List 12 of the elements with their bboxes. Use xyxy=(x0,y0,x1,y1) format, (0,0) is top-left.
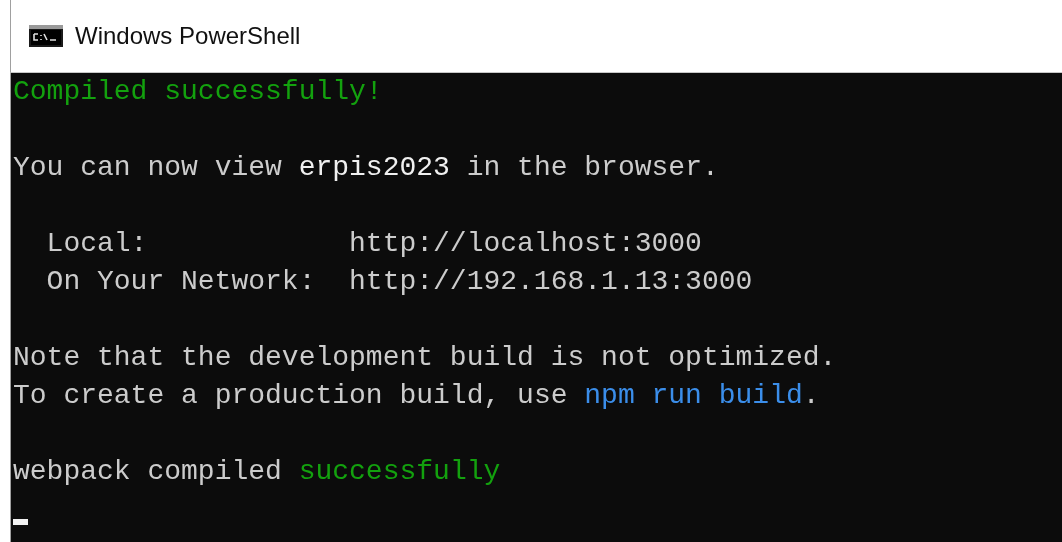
field-label: Local: xyxy=(46,227,149,261)
window-title: Windows PowerShell xyxy=(75,21,301,51)
field-label: On Your Network: xyxy=(46,265,317,299)
console-line: Compiled successfully! xyxy=(13,75,383,109)
url-text: http://192.168.1.13:3000 xyxy=(349,265,753,299)
url-text: http://localhost:3000 xyxy=(349,227,702,261)
text-cursor xyxy=(13,519,28,525)
console-line: You can now view erpis2023 in the browser. xyxy=(13,151,719,185)
console-line: Note that the development build is not optimized. xyxy=(13,341,837,375)
console-line: webpack compiled successfully xyxy=(13,455,501,489)
console-icon xyxy=(29,25,63,47)
console-line: To create a production build, use npm run build. xyxy=(13,379,820,413)
